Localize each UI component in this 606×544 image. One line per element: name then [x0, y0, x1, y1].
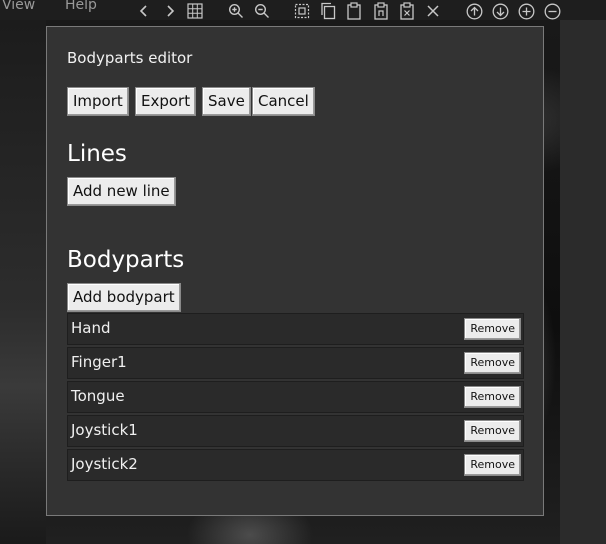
bodypart-row: Hand Remove — [67, 313, 524, 345]
paste-icon[interactable] — [345, 2, 363, 20]
menu-help[interactable]: Help — [65, 0, 97, 13]
move-up-icon[interactable] — [465, 2, 483, 20]
lines-heading: Lines — [67, 141, 127, 167]
bodyparts-heading: Bodyparts — [67, 247, 185, 273]
canvas-right-area — [560, 20, 606, 544]
cancel-button[interactable]: Cancel — [252, 87, 315, 116]
bodypart-name: Hand — [71, 319, 111, 337]
save-button[interactable]: Save — [202, 87, 251, 116]
remove-bodypart-button[interactable]: Remove — [464, 454, 521, 476]
remove-icon[interactable] — [543, 2, 561, 20]
zoom-out-icon[interactable] — [253, 2, 271, 20]
close-icon[interactable] — [424, 2, 442, 20]
forward-icon[interactable] — [161, 2, 179, 20]
bodypart-name: Joystick2 — [71, 455, 138, 473]
export-button[interactable]: Export — [135, 87, 197, 116]
copy-icon[interactable] — [319, 2, 337, 20]
move-down-icon[interactable] — [491, 2, 509, 20]
import-button[interactable]: Import — [67, 87, 129, 116]
bodyparts-list: Hand Remove Finger1 Remove Tongue Remove… — [67, 313, 524, 483]
bodyparts-editor-dialog: Bodyparts editor Import Export Save Canc… — [46, 26, 544, 516]
paste-special-icon[interactable] — [372, 2, 390, 20]
bodypart-name: Finger1 — [71, 353, 127, 371]
grid-icon[interactable] — [186, 2, 204, 20]
toolbar: View Help — [0, 0, 606, 20]
menu-view[interactable]: View — [2, 0, 35, 13]
bodypart-row: Tongue Remove — [67, 381, 524, 413]
bodypart-name: Joystick1 — [71, 421, 138, 439]
remove-bodypart-button[interactable]: Remove — [464, 386, 521, 408]
remove-bodypart-button[interactable]: Remove — [464, 420, 521, 442]
clear-icon[interactable] — [398, 2, 416, 20]
bodypart-row: Joystick1 Remove — [67, 415, 524, 447]
add-bodypart-button[interactable]: Add bodypart — [67, 283, 181, 312]
add-line-button[interactable]: Add new line — [67, 177, 176, 206]
add-icon[interactable] — [517, 2, 535, 20]
bodypart-row: Finger1 Remove — [67, 347, 524, 379]
bodypart-name: Tongue — [71, 387, 125, 405]
remove-bodypart-button[interactable]: Remove — [464, 352, 521, 374]
remove-bodypart-button[interactable]: Remove — [464, 318, 521, 340]
zoom-in-icon[interactable] — [227, 2, 245, 20]
dialog-title: Bodyparts editor — [67, 49, 193, 67]
bodypart-row: Joystick2 Remove — [67, 449, 524, 481]
select-icon[interactable] — [293, 2, 311, 20]
canvas-left-area — [0, 20, 46, 544]
back-icon[interactable] — [135, 2, 153, 20]
